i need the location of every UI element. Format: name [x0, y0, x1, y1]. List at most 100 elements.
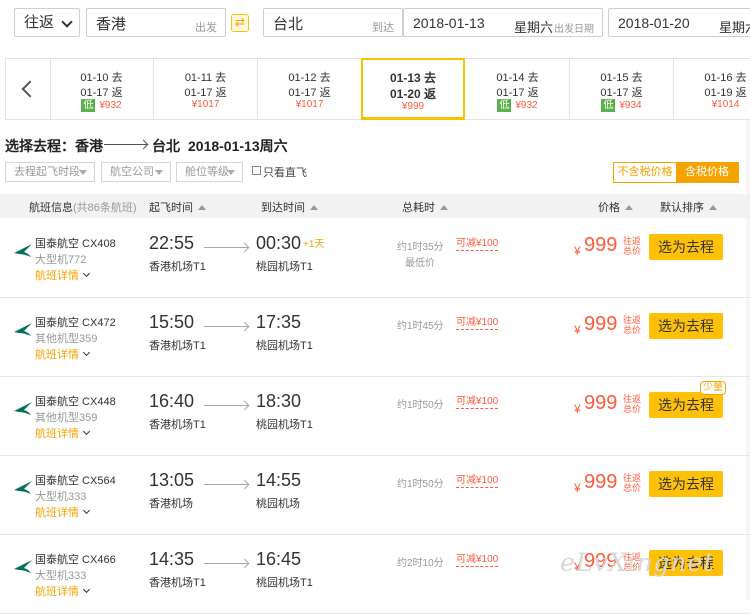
depart-date-value: 2018-01-13: [413, 15, 485, 31]
return-date-input[interactable]: 2018-01-20 星期六: [608, 8, 750, 37]
date-price-value: ¥1014: [711, 99, 740, 110]
currency-symbol: ¥: [574, 402, 581, 416]
flight-price: 999: [584, 313, 618, 335]
flight-details-link[interactable]: 航班详情: [35, 267, 91, 283]
to-city-input[interactable]: 台北 到达: [263, 8, 403, 37]
sort-icon: [625, 205, 633, 210]
depart-time: 22:55: [149, 233, 195, 253]
date-return: 01-17 返: [600, 87, 643, 99]
discount-tag[interactable]: 可减¥100: [456, 475, 499, 488]
from-city-input[interactable]: 香港 出发: [86, 8, 226, 37]
discount-tag[interactable]: 可减¥100: [456, 317, 499, 330]
select-outbound-button[interactable]: 选为去程: [649, 471, 723, 497]
sort-default[interactable]: 默认排序: [660, 199, 717, 215]
date-price-value: ¥1017: [295, 99, 324, 110]
filter-airline[interactable]: 航空公司: [101, 162, 171, 182]
currency-symbol: ¥: [574, 481, 581, 495]
date-return: 01-17 返: [288, 87, 331, 99]
duration: 约1时50分: [397, 400, 444, 411]
arrive-airport: 桃园机场T1: [256, 261, 313, 273]
depart-time: 15:50: [149, 312, 195, 332]
date-option[interactable]: 01-12 去 01-17 返 ¥1017: [258, 59, 362, 119]
date-return: 01-20 返: [389, 87, 437, 101]
watermark: eLvXingnet: [560, 548, 715, 577]
chevron-down-icon: [82, 427, 91, 436]
airline-flight-no: 国泰航空 CX408: [35, 238, 116, 250]
sort-price[interactable]: 价格: [598, 199, 633, 215]
flight-row: 国泰航空 CX564 大型机333 航班详情 13:05 香港机场 14:55 桃园机场 约1…: [0, 455, 750, 535]
airline-flight-no: 国泰航空 CX448: [35, 396, 116, 408]
discount-tag[interactable]: 可减¥100: [456, 396, 499, 409]
depart-date-hint: 出发日期: [554, 24, 594, 35]
duration: 约2时10分: [397, 558, 444, 569]
date-price-value: ¥1017: [191, 99, 220, 110]
title-to-city: 台北: [152, 138, 180, 154]
header-flight-info-label: 航班信息: [29, 202, 73, 214]
price-note: 往返总价: [623, 394, 642, 414]
date-strip: 01-10 去 01-17 返低 ¥932 01-11 去 01-17 返 ¥1017 01…: [5, 58, 750, 120]
select-outbound-button[interactable]: 选为去程: [649, 313, 723, 339]
title-date: 2018-01-13周六: [188, 138, 288, 154]
date-option[interactable]: 01-15 去 01-17 返低 ¥934: [570, 59, 674, 119]
depart-time: 13:05: [149, 470, 195, 490]
cathay-logo-icon: [14, 560, 32, 573]
date-option[interactable]: 01-10 去 01-17 返低 ¥932: [50, 59, 154, 119]
sort-default-label: 默认排序: [660, 202, 704, 214]
discount-tag[interactable]: 可减¥100: [456, 238, 499, 251]
caret-down-icon: [227, 170, 235, 175]
flight-details-link[interactable]: 航班详情: [35, 583, 91, 599]
chevron-down-icon: [82, 585, 91, 594]
price-incl-tax-tab[interactable]: 含税价格: [676, 163, 738, 182]
page-title: 选择去程：香港: [5, 138, 103, 154]
to-city-hint: 到达: [372, 22, 394, 34]
caret-down-icon: [155, 170, 163, 175]
date-return: 01-19 返: [704, 87, 747, 99]
depart-time: 14:35: [149, 549, 195, 569]
arrow-right-icon: [204, 247, 248, 248]
nonstop-checkbox[interactable]: [252, 166, 261, 175]
price-excl-tax-tab[interactable]: 不含税价格: [614, 163, 676, 182]
low-badge: 低: [81, 99, 96, 112]
filter-airline-label: 航空公司: [110, 166, 154, 178]
lowest-price-tag: 最低价: [405, 258, 435, 269]
date-option[interactable]: 01-14 去 01-17 返低 ¥932: [466, 59, 570, 119]
arrow-right-icon: [204, 484, 248, 485]
date-go: 01-14 去: [496, 72, 539, 84]
currency-symbol: ¥: [574, 323, 581, 337]
select-outbound-button[interactable]: 选为去程: [649, 234, 723, 260]
to-city-value: 台北: [273, 16, 304, 33]
date-go: 01-12 去: [288, 72, 331, 84]
sort-icon: [310, 205, 318, 210]
filter-cabin[interactable]: 舱位等级: [176, 162, 243, 182]
header-flight-count: (共86条航班): [73, 202, 137, 214]
cathay-logo-icon: [14, 323, 32, 336]
depart-date-input[interactable]: 2018-01-13 星期六 出发日期: [403, 8, 603, 37]
discount-tag[interactable]: 可减¥100: [456, 554, 499, 567]
flight-details-link[interactable]: 航班详情: [35, 346, 91, 362]
duration: 约1时45分: [397, 321, 444, 332]
arrive-time: 14:55: [256, 470, 302, 490]
flight-details-link[interactable]: 航班详情: [35, 504, 91, 520]
swap-icon[interactable]: ⇄: [231, 14, 249, 32]
date-price: 低 ¥932: [50, 99, 153, 112]
filter-depart-time[interactable]: 去程起飞时段: [5, 162, 95, 182]
caret-down-icon: [79, 170, 87, 175]
date-option[interactable]: 01-13 去 01-20 返 ¥999: [361, 58, 465, 120]
flight-row: 国泰航空 CX472 其他机型359 航班详情 15:50 香港机场T1 17:35 桃园机…: [0, 297, 750, 377]
sort-duration[interactable]: 总耗时: [402, 199, 448, 215]
flight-details-label: 航班详情: [35, 586, 79, 598]
sort-arrive-time[interactable]: 到达时间: [261, 199, 318, 215]
date-option[interactable]: 01-11 去 01-17 返 ¥1017: [154, 59, 258, 119]
flight-price: 999: [584, 471, 618, 493]
flight-details-link[interactable]: 航班详情: [35, 425, 91, 441]
depart-weekday: 星期六: [514, 20, 554, 35]
date-option[interactable]: 01-16 去 01-19 返 ¥1014: [674, 59, 750, 119]
prev-dates-button[interactable]: [6, 59, 51, 119]
sort-price-label: 价格: [598, 202, 620, 214]
date-go: 01-13 去: [389, 71, 437, 85]
select-outbound-button[interactable]: 选为去程: [649, 392, 723, 418]
sort-depart-time[interactable]: 起飞时间: [149, 199, 206, 215]
airline-flight-no: 国泰航空 CX466: [35, 554, 116, 566]
flight-price: 999: [584, 392, 618, 414]
trip-type-select[interactable]: 往返: [14, 8, 80, 37]
